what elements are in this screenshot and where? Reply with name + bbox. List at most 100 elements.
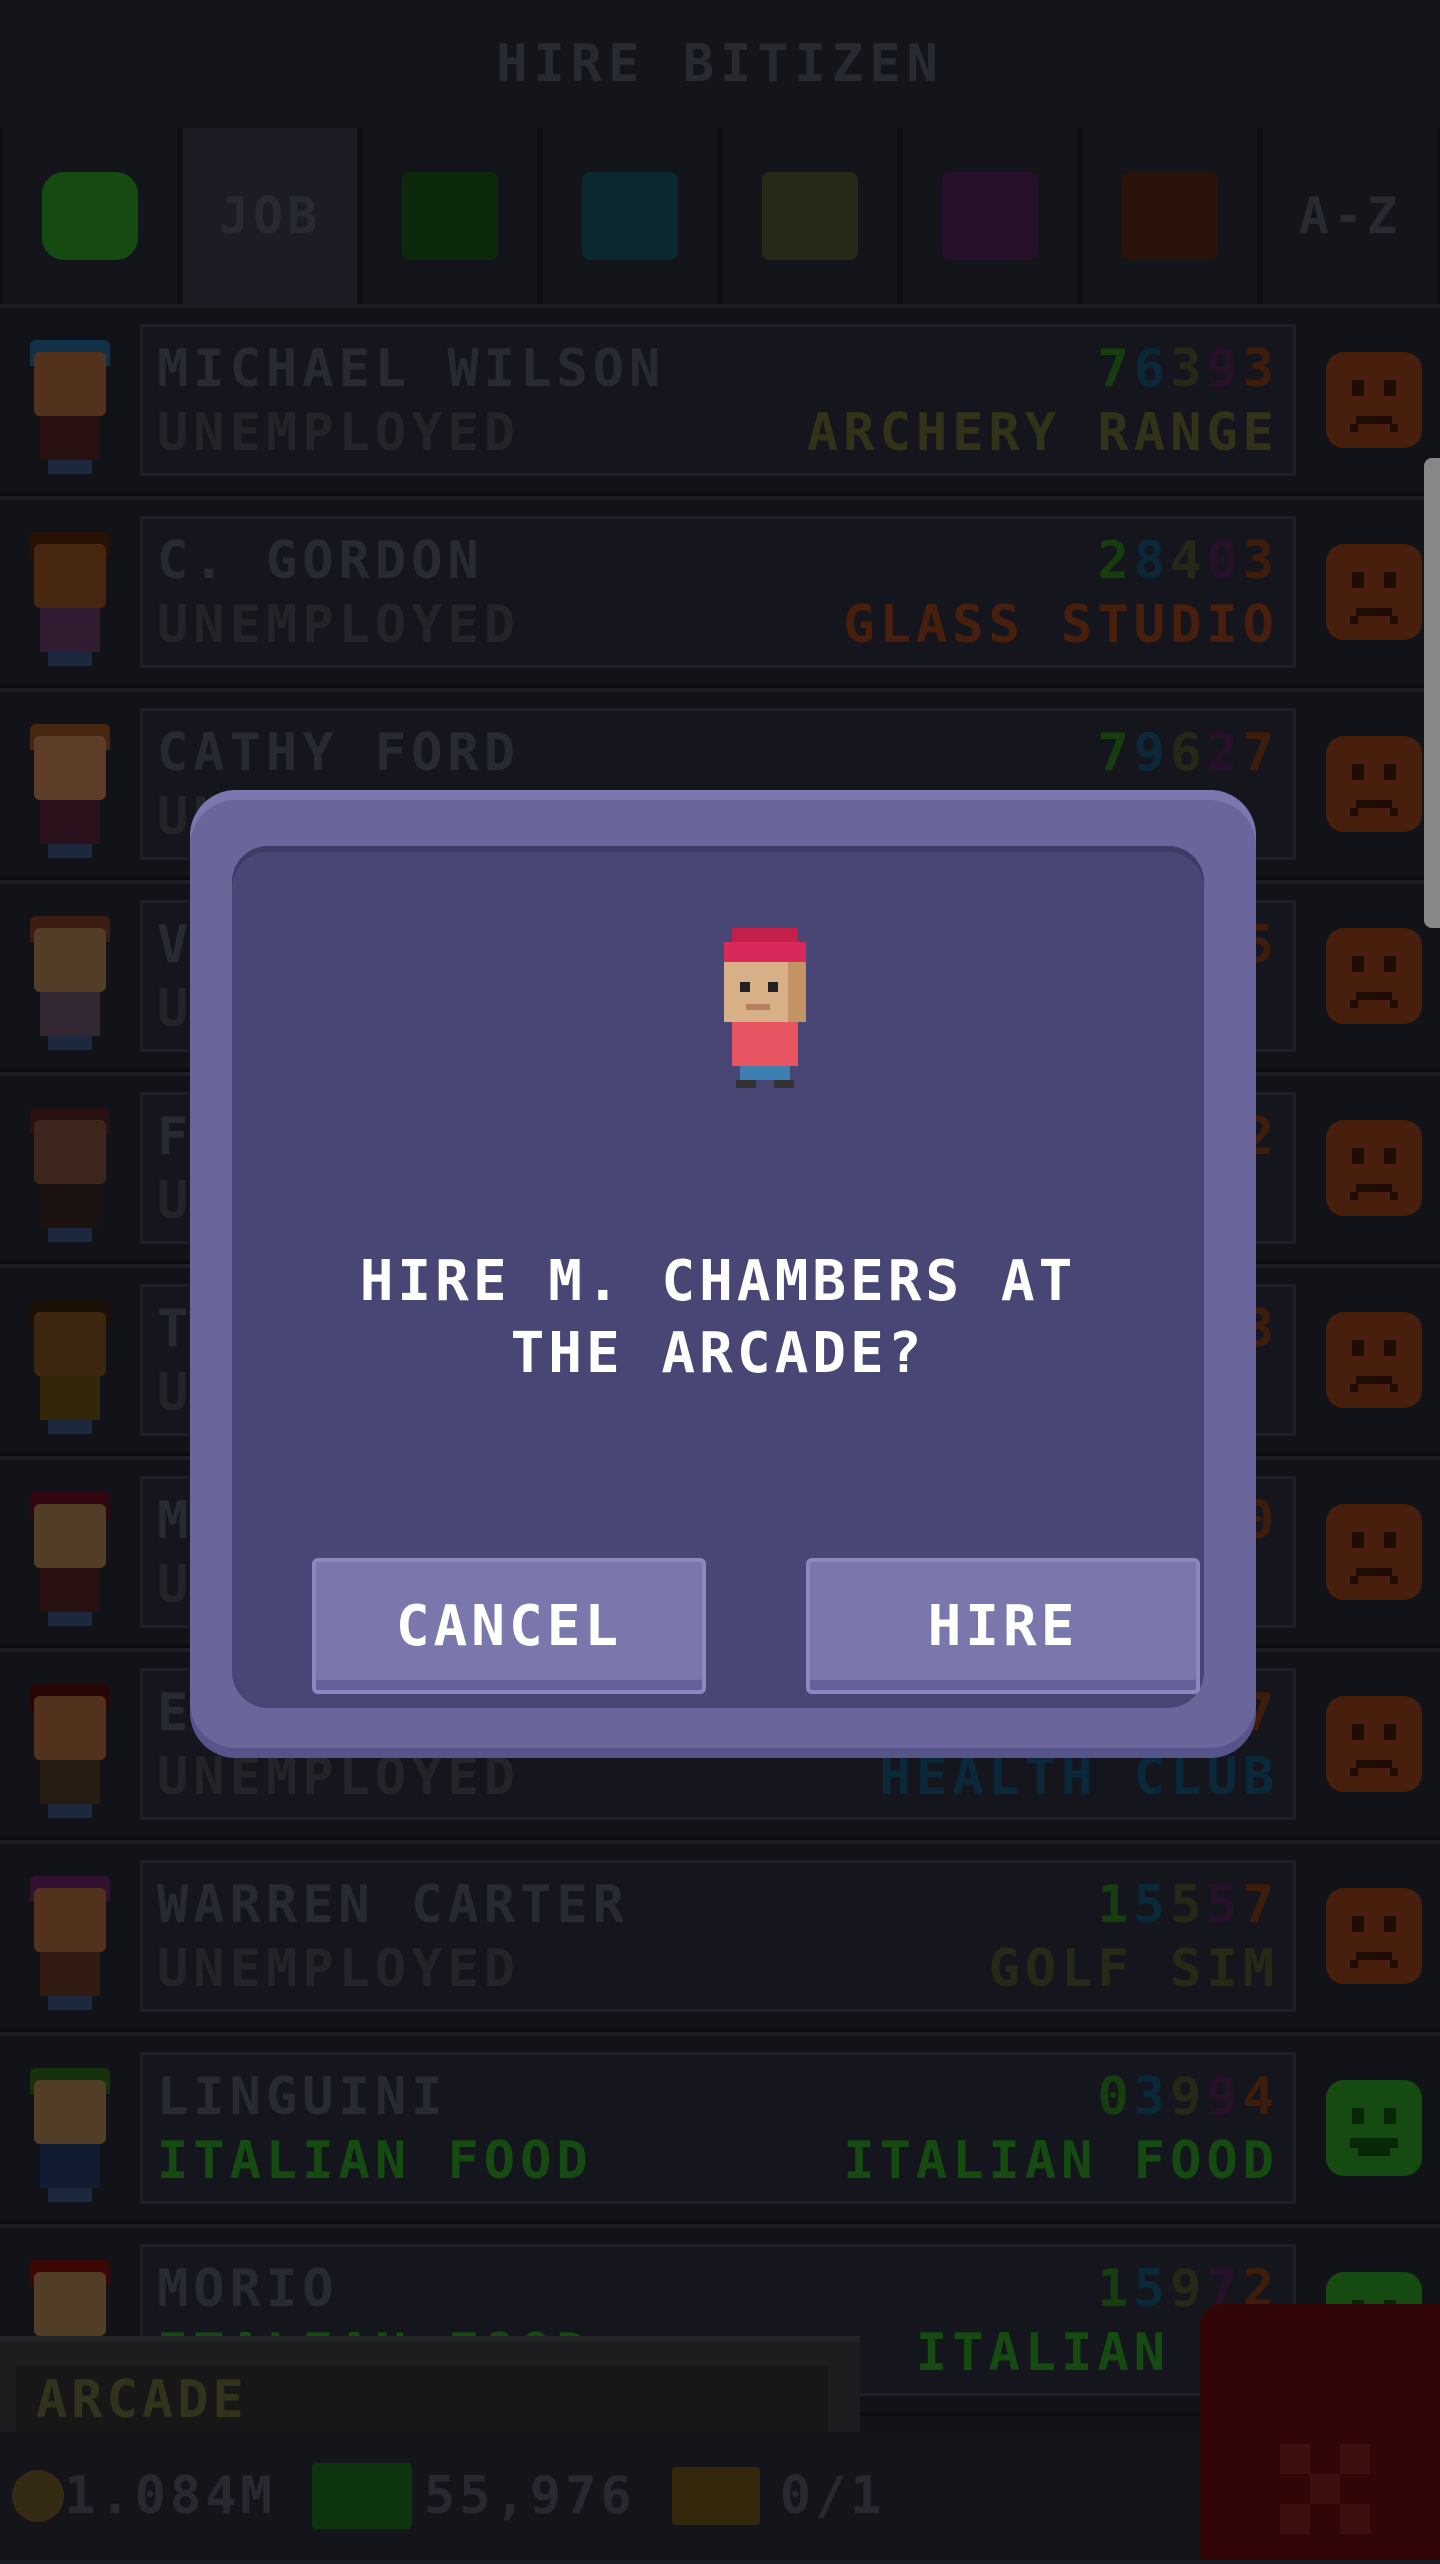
bitizen-skill-stats: 15557: [1097, 1875, 1279, 1935]
filter-tabs: JOB A-Z: [0, 128, 1440, 304]
tab-color-6[interactable]: [1083, 128, 1257, 304]
skill-stat: 1: [1097, 1875, 1134, 1935]
tab-color-5[interactable]: [903, 128, 1077, 304]
skill-stat: 5: [1133, 1875, 1171, 1935]
bitizen-name: MICHAEL WILSON: [157, 339, 666, 399]
bitizen-row[interactable]: LINGUINI ITALIAN FOOD 03994 ITALIAN FOOD: [0, 2032, 1440, 2224]
skill-stat: 3: [1133, 2067, 1171, 2127]
bitizen-sprite: [724, 928, 806, 1088]
bitizen-avatar: [22, 1096, 118, 1244]
dream-job: GOLF SIM: [988, 1939, 1279, 1999]
bitizen-avatar: [22, 1480, 118, 1628]
floor-selector: ARCADE: [0, 2336, 860, 2442]
bitizen-skill-stats: 03994: [1097, 2067, 1279, 2127]
bitizen-avatar: [22, 1288, 118, 1436]
bitizen-card: C. GORDON UNEMPLOYED 28403 GLASS STUDIO: [140, 516, 1296, 668]
skill-stat: 0: [1097, 2067, 1134, 2127]
color-swatch-icon: [762, 172, 858, 260]
skill-stat: 8: [1133, 531, 1171, 591]
happy-face-icon: [1326, 2080, 1422, 2176]
tab-mood[interactable]: [3, 128, 177, 304]
skill-stat: 0: [1206, 531, 1243, 591]
scrollbar[interactable]: [1424, 458, 1440, 928]
tab-color-2[interactable]: [363, 128, 537, 304]
tab-color-4[interactable]: [723, 128, 897, 304]
cancel-button[interactable]: CANCEL: [312, 1558, 706, 1694]
skill-stat: 6: [1133, 339, 1171, 399]
bitizen-avatar: [22, 328, 118, 476]
bitizen-status: UNEMPLOYED: [157, 403, 521, 463]
page-title: HIRE BITIZEN: [496, 34, 944, 94]
skill-stat: 3: [1170, 339, 1207, 399]
dream-job: ITALIAN FOOD: [843, 2131, 1279, 2191]
skill-stat: 5: [1133, 2259, 1171, 2319]
tab-color-3[interactable]: [543, 128, 717, 304]
bitizen-card: MICHAEL WILSON UNEMPLOYED 76393 ARCHERY RAN…: [140, 324, 1296, 476]
bitizen-skill-stats: 28403: [1097, 531, 1279, 591]
skill-stat: 5: [1206, 1875, 1243, 1935]
skill-stat: 7: [1097, 339, 1134, 399]
sad-face-icon: [1326, 928, 1422, 1024]
bitizen-status: ITALIAN FOOD: [157, 2131, 593, 2191]
coin-icon: [12, 2470, 64, 2522]
bitizen-row[interactable]: WARREN CARTER UNEMPLOYED 15557 GOLF SIM: [0, 1840, 1440, 2032]
skill-stat: 9: [1170, 2067, 1207, 2127]
color-swatch-icon: [942, 172, 1038, 260]
bitizen-status: UNEMPLOYED: [157, 595, 521, 655]
floor-name-field[interactable]: ARCADE: [16, 2366, 828, 2436]
tab-label: A-Z: [1298, 187, 1402, 245]
sad-face-icon: [1326, 736, 1422, 832]
bitizen-skill-stats: 76393: [1097, 339, 1279, 399]
tab-job[interactable]: JOB: [183, 128, 357, 304]
color-swatch-icon: [1122, 172, 1218, 260]
sad-face-icon: [1326, 1312, 1422, 1408]
skill-stat: 6: [1170, 723, 1207, 783]
bitizen-avatar: [22, 904, 118, 1052]
hire-button[interactable]: HIRE: [806, 1558, 1200, 1694]
sad-face-icon: [1326, 1696, 1422, 1792]
sad-face-icon: [1326, 1504, 1422, 1600]
dialog-message: HIRE M. CHAMBERS AT THE ARCADE?: [359, 1249, 1077, 1386]
tab-label: JOB: [218, 187, 322, 245]
sad-face-icon: [1326, 1120, 1422, 1216]
sad-face-icon: [1326, 544, 1422, 640]
tab-a-z[interactable]: A-Z: [1263, 128, 1437, 304]
skill-stat: 9: [1206, 2067, 1243, 2127]
dream-job: GLASS STUDIO: [843, 595, 1279, 655]
bitizen-name: F: [157, 1107, 194, 1167]
bitizen-avatar: [22, 2056, 118, 2204]
skill-stat: 4: [1170, 531, 1207, 591]
skill-stat: 9: [1133, 723, 1171, 783]
skill-stat: 3: [1242, 531, 1279, 591]
chests-value: 0/1: [779, 2466, 886, 2526]
bitizen-name: T: [157, 1299, 194, 1359]
close-button[interactable]: [1200, 2304, 1440, 2560]
chest-icon: [671, 2467, 760, 2525]
sad-face-icon: [1326, 1888, 1422, 1984]
close-x-icon: [1280, 2444, 1370, 2534]
bitizen-card: LINGUINI ITALIAN FOOD 03994 ITALIAN FOOD: [140, 2052, 1296, 2204]
bitizen-row[interactable]: C. GORDON UNEMPLOYED 28403 GLASS STUDIO: [0, 496, 1440, 688]
color-swatch-icon: [402, 172, 498, 260]
title-bar: HIRE BITIZEN: [0, 0, 1440, 132]
happy-face-icon: [42, 172, 138, 260]
skill-stat: 3: [1242, 339, 1279, 399]
bitizen-avatar: [22, 712, 118, 860]
bitizen-skill-stats: 79627: [1097, 723, 1279, 783]
bitizen-name: M: [157, 1491, 194, 1551]
bux-icon: [311, 2463, 412, 2529]
sad-face-icon: [1326, 352, 1422, 448]
skill-stat: 1: [1097, 2259, 1134, 2319]
bitizen-avatar: [22, 520, 118, 668]
skill-stat: 2: [1206, 723, 1243, 783]
bitizen-name: C. GORDON: [157, 531, 484, 591]
bux-value: 55,976: [423, 2466, 636, 2526]
bitizen-avatar: [22, 1864, 118, 2012]
skill-stat: 9: [1206, 339, 1243, 399]
coins-value: 1.084M: [64, 2466, 276, 2526]
bitizen-row[interactable]: MICHAEL WILSON UNEMPLOYED 76393 ARCHERY RAN…: [0, 304, 1440, 496]
skill-stat: 7: [1097, 723, 1134, 783]
bitizen-name: CATHY FORD: [157, 723, 521, 783]
hire-dialog: HIRE M. CHAMBERS AT THE ARCADE? CANCEL H…: [190, 790, 1256, 1758]
bitizen-status: UNEMPLOYED: [157, 1939, 521, 1999]
